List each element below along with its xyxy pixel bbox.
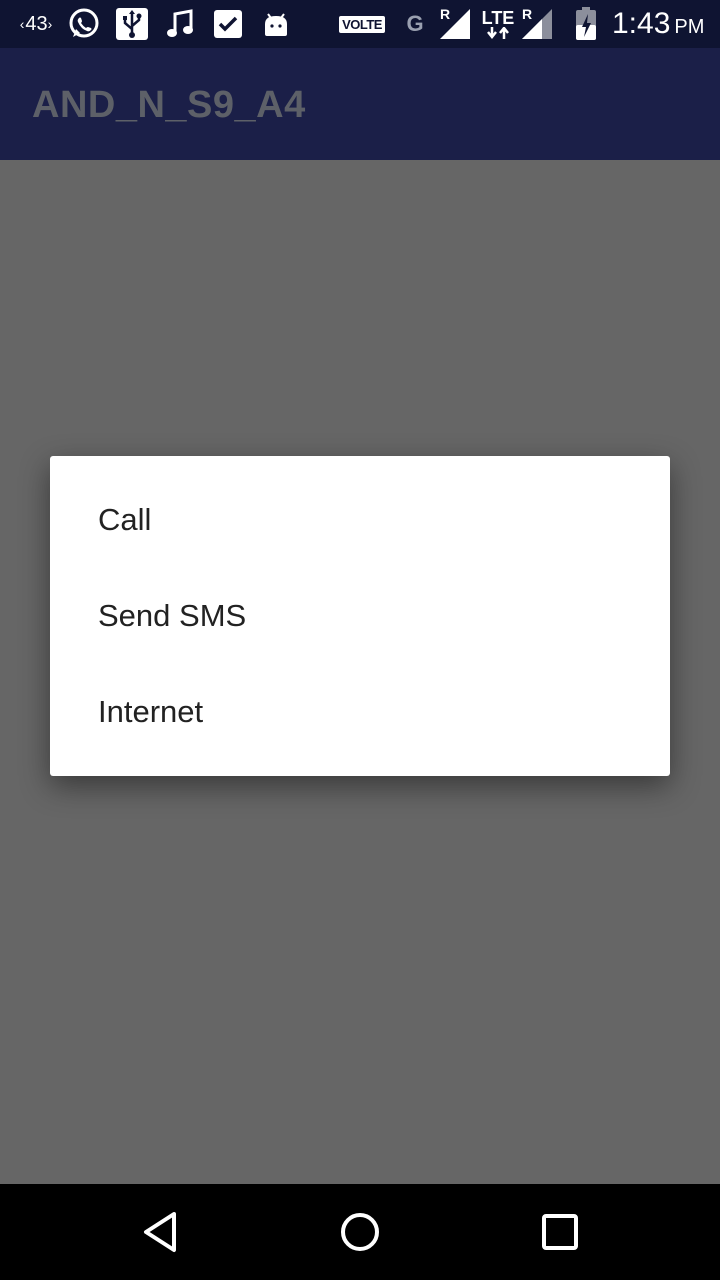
lte-icon: LTE bbox=[478, 6, 518, 42]
dialog-item-call[interactable]: Call bbox=[50, 472, 670, 568]
battery-charging-icon bbox=[572, 6, 600, 42]
signal-icon: R bbox=[520, 6, 554, 42]
dialog-item-label: Send SMS bbox=[98, 598, 247, 633]
dialog-item-internet[interactable]: Internet bbox=[50, 664, 670, 760]
back-icon[interactable] bbox=[130, 1202, 190, 1262]
usb-icon bbox=[114, 6, 150, 42]
recents-icon[interactable] bbox=[530, 1202, 590, 1262]
checkbox-icon bbox=[212, 6, 244, 42]
navigation-bar bbox=[0, 1184, 720, 1280]
status-time: 1:43 PM bbox=[612, 7, 705, 40]
page-title: AND_N_S9_A4 bbox=[32, 84, 306, 126]
dialog-item-send-sms[interactable]: Send SMS bbox=[50, 568, 670, 664]
music-note-icon bbox=[162, 6, 198, 42]
dialog-item-label: Call bbox=[98, 502, 152, 537]
android-icon bbox=[260, 6, 292, 42]
options-dialog: Call Send SMS Internet bbox=[50, 456, 670, 776]
volte-badge: VOLTE bbox=[338, 6, 386, 42]
status-bar: ‹ 43 › VOLTE G R LTE R 1:43 PM bbox=[0, 0, 720, 48]
network-type: G bbox=[406, 11, 424, 36]
app-toolbar: AND_N_S9_A4 bbox=[0, 48, 720, 160]
home-icon[interactable] bbox=[330, 1202, 390, 1262]
whatsapp-icon bbox=[66, 6, 102, 42]
notification-count: ‹ 43 › bbox=[19, 12, 53, 35]
dialog-item-label: Internet bbox=[98, 694, 204, 729]
signal-icon: R bbox=[438, 6, 472, 42]
